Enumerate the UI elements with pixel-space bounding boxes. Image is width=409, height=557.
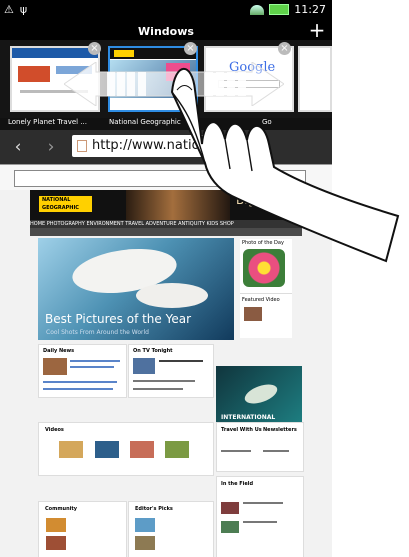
- news-link-line: [43, 388, 113, 390]
- close-icon[interactable]: ×: [88, 42, 101, 55]
- newsletters-title: Newsletters: [263, 427, 297, 433]
- travel-with-us-title: Travel With Us: [221, 427, 262, 433]
- field-image: [221, 502, 239, 514]
- flower-image: [243, 249, 285, 287]
- photo-of-day[interactable]: Photo of the Day: [240, 239, 292, 293]
- battery-icon: [269, 4, 290, 15]
- field-line: [243, 521, 277, 523]
- news-image: [43, 358, 67, 375]
- featured-video-label: Featured Video: [242, 297, 280, 303]
- site-menu[interactable]: HOME PHOTOGRAPHY ENVIRONMENT TRAVEL ADVE…: [30, 220, 302, 228]
- polar-bear-image: [136, 283, 208, 308]
- close-icon[interactable]: ×: [278, 42, 291, 55]
- international-image[interactable]: INTERNATIONAL: [216, 366, 302, 428]
- community-title: Community: [45, 506, 78, 512]
- videos-title: Videos: [45, 427, 64, 433]
- tv-image: [133, 358, 155, 374]
- travel-newsletter-card[interactable]: Travel With Us Newsletters: [216, 422, 304, 472]
- thumbnail-lonely-planet[interactable]: [10, 46, 100, 112]
- page-icon: [77, 140, 87, 152]
- url-text: http://www.national...: [92, 138, 232, 153]
- new-window-button[interactable]: +: [308, 20, 326, 40]
- search-input[interactable]: [14, 170, 306, 187]
- usb-icon: ψ: [19, 3, 28, 16]
- featured-video-thumbnail: [244, 307, 262, 321]
- news-link-line: [70, 360, 120, 362]
- community-image: [46, 536, 66, 550]
- browser-toolbar: ‹ › http://www.national...: [0, 130, 332, 164]
- nat-geo-header: NATIONAL GEOGRAPHIC Big C: [30, 190, 302, 220]
- photo-of-day-label: Photo of the Day: [242, 240, 284, 246]
- community-card[interactable]: Community: [38, 501, 127, 557]
- editors-image: [135, 536, 155, 550]
- editors-image: [135, 518, 155, 532]
- hero-title: Best Pictures of the Year: [45, 312, 192, 326]
- videos-card[interactable]: Videos: [38, 422, 214, 476]
- news-link-line: [43, 381, 117, 383]
- editors-picks-card[interactable]: Editor's Picks: [128, 501, 214, 557]
- big-cat-text: Big C: [236, 193, 268, 207]
- international-label: INTERNATIONAL: [221, 414, 276, 421]
- search-strip: [0, 164, 332, 192]
- in-the-field-title: In the Field: [221, 481, 254, 487]
- daily-news-card[interactable]: Daily News: [38, 344, 127, 398]
- browser-window-screen: ⚠ ψ 11:27 Windows + × × Google × Lonely …: [0, 0, 332, 557]
- thumbnail-label-2: National Geographic: [109, 118, 181, 126]
- editors-picks-title: Editor's Picks: [135, 506, 173, 512]
- travel-line: [221, 450, 251, 452]
- newsletter-line: [263, 450, 289, 452]
- tv-line: [133, 380, 195, 382]
- warning-icon: ⚠: [4, 3, 14, 16]
- windows-title: Windows: [0, 22, 332, 42]
- thumbnail-labels: Lonely Planet Travel ... National Geogra…: [0, 118, 332, 130]
- status-bar: ⚠ ψ 11:27: [0, 0, 332, 22]
- video-thumbnail[interactable]: [59, 441, 83, 458]
- field-line: [243, 502, 283, 504]
- on-tv-card[interactable]: On TV Tonight: [128, 344, 214, 398]
- chevron-left-icon[interactable]: ‹: [8, 137, 28, 157]
- site-submenu[interactable]: [30, 228, 302, 236]
- web-page: NATIONAL GEOGRAPHIC Big C HOME PHOTOGRAP…: [0, 190, 332, 557]
- chevron-right-icon[interactable]: ›: [41, 137, 61, 157]
- community-image: [46, 518, 66, 532]
- status-time: 11:27: [294, 3, 326, 16]
- thumbnail-label-3: Go: [262, 118, 272, 126]
- thumbnail-partial[interactable]: [298, 46, 332, 112]
- tv-line: [159, 360, 203, 362]
- url-field[interactable]: http://www.national...: [72, 135, 242, 157]
- big-cat-banner-image: [126, 190, 230, 220]
- hero-subtitle: Cool Shots From Around the World: [46, 329, 149, 336]
- in-the-field-card[interactable]: In the Field: [216, 476, 304, 557]
- tv-line: [133, 388, 183, 390]
- whale-image: [242, 380, 280, 408]
- video-thumbnail[interactable]: [95, 441, 119, 458]
- refresh-icon[interactable]: [248, 138, 266, 156]
- video-thumbnail[interactable]: [130, 441, 154, 458]
- close-icon[interactable]: ×: [184, 42, 197, 55]
- news-link-line: [70, 366, 114, 368]
- featured-video[interactable]: Featured Video: [240, 293, 292, 338]
- on-tv-title: On TV Tonight: [133, 348, 173, 354]
- wifi-icon: [250, 4, 265, 15]
- nat-geo-logo: NATIONAL GEOGRAPHIC: [39, 196, 92, 212]
- thumbnail-national-geographic[interactable]: [108, 46, 198, 112]
- thumbnail-google[interactable]: Google: [204, 46, 294, 112]
- field-image: [221, 521, 239, 533]
- hero-image[interactable]: Best Pictures of the Year Cool Shots Fro…: [38, 238, 234, 340]
- video-thumbnail[interactable]: [165, 441, 189, 458]
- thumbnail-label-1: Lonely Planet Travel ...: [8, 118, 87, 126]
- window-thumbnails: × × Google ×: [0, 40, 332, 118]
- daily-news-title: Daily News: [43, 348, 75, 354]
